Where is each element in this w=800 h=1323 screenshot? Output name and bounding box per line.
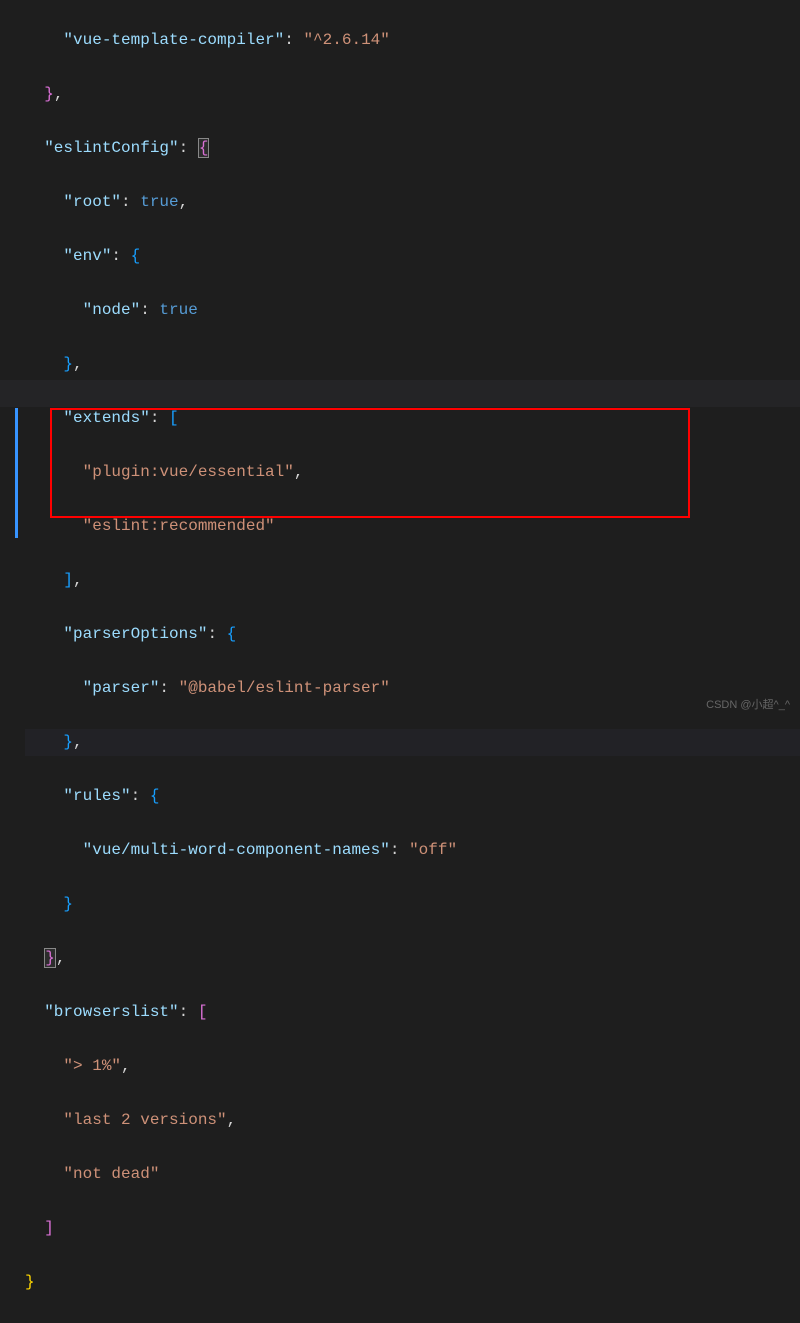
json-boolean: true	[159, 301, 197, 319]
code-line: "parser": "@babel/eslint-parser"	[25, 675, 800, 702]
json-key: "parserOptions"	[63, 625, 207, 643]
watermark: CSDN @小超^_^	[706, 696, 790, 712]
json-key: "eslintConfig"	[44, 139, 178, 157]
json-string: "> 1%"	[63, 1057, 121, 1075]
code-line: ]	[25, 1215, 800, 1242]
json-key: "vue-template-compiler"	[63, 31, 284, 49]
json-string: "last 2 versions"	[63, 1111, 226, 1129]
json-boolean: true	[140, 193, 178, 211]
code-line: "last 2 versions",	[25, 1107, 800, 1134]
json-string: "not dead"	[63, 1165, 159, 1183]
json-key: "rules"	[63, 787, 130, 805]
json-string: "eslint:recommended"	[83, 517, 275, 535]
code-line: "parserOptions": {	[25, 621, 800, 648]
code-line: "root": true,	[25, 189, 800, 216]
json-key: "env"	[63, 247, 111, 265]
code-line: "vue/multi-word-component-names": "off"	[25, 837, 800, 864]
code-line: }	[25, 891, 800, 918]
code-line: "> 1%",	[25, 1053, 800, 1080]
code-editor[interactable]: "vue-template-compiler": "^2.6.14" }, "e…	[0, 0, 800, 1323]
json-string: "off"	[409, 841, 457, 859]
code-line: },	[25, 81, 800, 108]
json-string: "@babel/eslint-parser"	[179, 679, 390, 697]
code-line: "eslintConfig": {	[25, 135, 800, 162]
json-key: "parser"	[83, 679, 160, 697]
json-key: "browserslist"	[44, 1003, 178, 1021]
json-key: "extends"	[63, 409, 149, 427]
code-line: "vue-template-compiler": "^2.6.14"	[25, 27, 800, 54]
code-line: "env": {	[25, 243, 800, 270]
json-key: "root"	[63, 193, 121, 211]
json-string: "plugin:vue/essential"	[83, 463, 294, 481]
code-line: },	[25, 351, 800, 378]
json-string: "^2.6.14"	[303, 31, 389, 49]
code-line: "plugin:vue/essential",	[25, 459, 800, 486]
code-line: },	[25, 945, 800, 972]
code-line: "not dead"	[25, 1161, 800, 1188]
editor-gutter	[0, 0, 20, 717]
json-key: "vue/multi-word-component-names"	[83, 841, 390, 859]
code-line: "eslint:recommended"	[25, 513, 800, 540]
code-line: "extends": [	[25, 405, 800, 432]
code-line: "browserslist": [	[25, 999, 800, 1026]
code-line: },	[25, 729, 800, 756]
code-line: }	[25, 1269, 800, 1296]
code-line: "node": true	[25, 297, 800, 324]
code-line: ],	[25, 567, 800, 594]
json-key: "node"	[83, 301, 141, 319]
change-marker	[15, 408, 18, 538]
code-line: "rules": {	[25, 783, 800, 810]
